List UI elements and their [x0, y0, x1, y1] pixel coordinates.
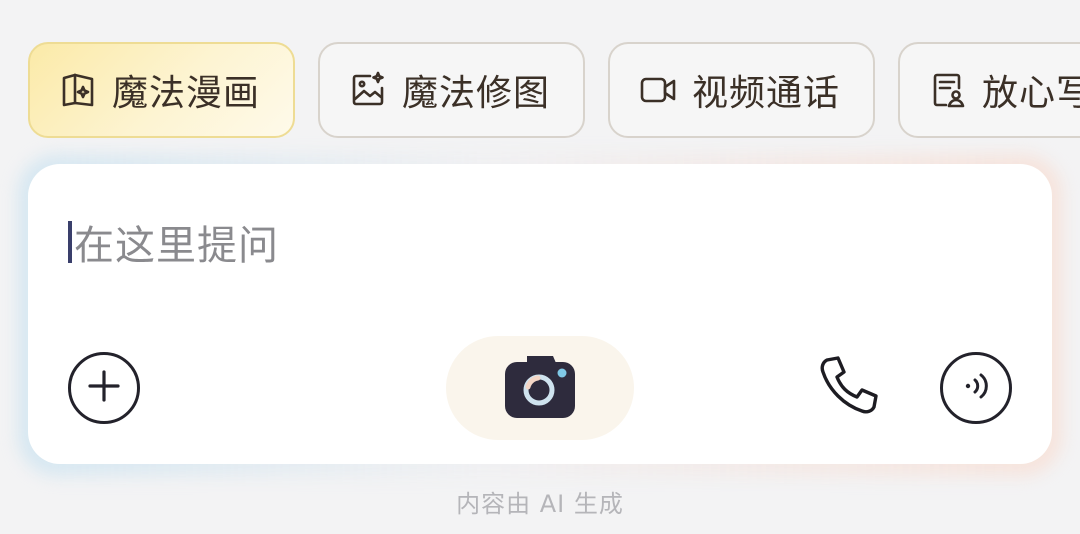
add-button[interactable] [68, 352, 140, 424]
voice-wave-icon [956, 366, 996, 410]
video-camera-icon [638, 70, 678, 110]
voice-input-button[interactable] [940, 352, 1012, 424]
text-caret [68, 221, 72, 263]
phone-call-button[interactable] [816, 354, 882, 420]
camera-icon [503, 352, 577, 424]
image-sparkle-icon [348, 70, 388, 110]
camera-button[interactable] [446, 336, 634, 440]
chip-write-assist[interactable]: 放心写 [898, 42, 1080, 138]
chip-video-call[interactable]: 视频通话 [608, 42, 875, 138]
book-sparkle-icon [58, 70, 98, 110]
quick-action-chips: 魔法漫画 魔法修图 视频通话 放心写 [28, 42, 1080, 140]
chip-label: 魔法漫画 [112, 73, 261, 114]
chip-label: 视频通话 [692, 73, 841, 114]
document-person-icon [928, 70, 968, 110]
chip-label: 魔法修图 [402, 73, 551, 114]
ai-disclaimer: 内容由 AI 生成 [456, 490, 624, 518]
prompt-card: 在这里提问 [28, 164, 1052, 464]
phone-icon [818, 354, 880, 420]
prompt-input[interactable]: 在这里提问 [68, 216, 968, 269]
chip-label: 放心写 [982, 73, 1080, 114]
chip-magic-retouch[interactable]: 魔法修图 [318, 42, 585, 138]
prompt-placeholder: 在这里提问 [74, 223, 279, 269]
plus-circle-icon [84, 366, 124, 410]
chip-magic-comic[interactable]: 魔法漫画 [28, 42, 295, 138]
